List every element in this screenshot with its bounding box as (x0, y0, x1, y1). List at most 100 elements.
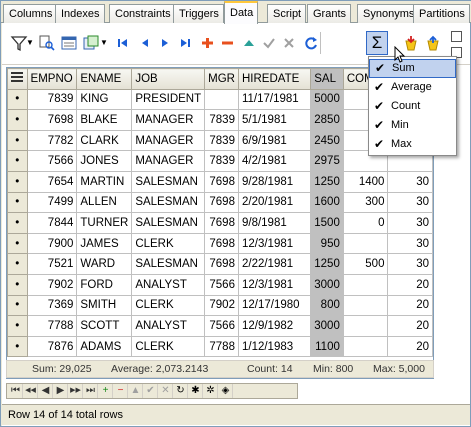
cell-deptno[interactable]: 30 (387, 232, 433, 255)
cell-sal[interactable]: 1250 (310, 170, 344, 193)
cell-empno[interactable]: 7369 (26, 294, 78, 317)
cell-mgr[interactable]: 7698 (204, 191, 239, 214)
cell-empno[interactable]: 7521 (26, 253, 78, 275)
cell-hiredate[interactable]: 12/9/1982 (237, 315, 312, 337)
cell-job[interactable]: SALESMAN (131, 191, 206, 214)
cell-mgr[interactable]: 7566 (204, 273, 239, 296)
table-row[interactable]: • 7654 MARTIN SALESMAN 7698 9/28/1981 1250 1400… (7, 170, 433, 193)
nav-bookmark-icon[interactable]: ✱ (189, 384, 203, 398)
cell-ename[interactable]: BLAKE (76, 109, 133, 131)
column-header[interactable]: EMPNO (26, 68, 78, 90)
cell-sal[interactable]: 3000 (310, 315, 344, 337)
tab-indexes[interactable]: Indexes (55, 4, 105, 23)
nav-edit-icon[interactable]: ▲ (129, 384, 143, 398)
cell-hiredate[interactable]: 12/17/1980 (237, 294, 312, 317)
cell-ename[interactable]: TURNER (76, 212, 133, 234)
aggregate-button[interactable]: Σ (366, 31, 388, 55)
cell-hiredate[interactable]: 12/3/1981 (237, 273, 312, 296)
cell-job[interactable]: MANAGER (131, 129, 206, 152)
cell-empno[interactable]: 7654 (26, 170, 78, 193)
cell-com[interactable] (342, 315, 389, 337)
row-indicator-icon[interactable]: • (7, 273, 28, 296)
cell-deptno[interactable]: 20 (387, 315, 433, 337)
cell-sal[interactable]: 2975 (310, 150, 344, 172)
cell-job[interactable]: PRESIDENT (131, 88, 206, 111)
column-header[interactable]: ENAME (76, 68, 133, 90)
column-header[interactable]: MGR (204, 68, 239, 90)
nav-insert-icon[interactable]: + (99, 384, 113, 398)
cell-hiredate[interactable]: 2/20/1981 (237, 191, 312, 214)
cell-deptno[interactable]: 30 (387, 253, 433, 275)
cell-deptno[interactable]: 30 (387, 212, 433, 234)
nav-prior-page-icon[interactable]: ◀◀ (24, 384, 38, 398)
form-view-icon[interactable] (60, 34, 78, 52)
nav-delete-icon[interactable]: − (114, 384, 128, 398)
row-indicator-icon[interactable]: • (7, 191, 28, 214)
cell-hiredate[interactable]: 12/3/1981 (237, 232, 312, 255)
table-row[interactable]: • 7521 WARD SALESMAN 7698 2/22/1981 1250 500 30 (7, 253, 433, 275)
menu-item-max[interactable]: ✔ Max (369, 135, 456, 154)
cell-com[interactable] (342, 335, 389, 358)
insert-record-icon[interactable] (198, 34, 216, 52)
cell-empno[interactable]: 7698 (26, 109, 78, 131)
cell-hiredate[interactable]: 5/1/1981 (237, 109, 312, 131)
cell-ename[interactable]: MARTIN (76, 170, 133, 193)
table-row[interactable]: • 7902 FORD ANALYST 7566 12/3/1981 3000 20 (7, 273, 433, 296)
cell-sal[interactable]: 800 (310, 294, 344, 317)
row-indicator-icon[interactable]: • (7, 129, 28, 152)
cell-deptno[interactable]: 20 (387, 335, 433, 358)
tab-constraints[interactable]: Constraints (109, 4, 176, 23)
next-record-icon[interactable] (156, 34, 174, 52)
cell-hiredate[interactable]: 6/9/1981 (237, 129, 312, 152)
cell-mgr[interactable]: 7698 (204, 170, 239, 193)
cell-job[interactable]: SALESMAN (131, 253, 206, 275)
cell-ename[interactable]: SCOTT (76, 315, 133, 337)
cell-com[interactable] (342, 232, 389, 255)
cell-hiredate[interactable]: 2/22/1981 (237, 253, 312, 275)
find-icon[interactable] (38, 34, 56, 52)
cell-job[interactable]: SALESMAN (131, 212, 206, 234)
cell-job[interactable]: CLERK (131, 232, 206, 255)
table-row[interactable]: • 7788 SCOTT ANALYST 7566 12/9/1982 3000 20 (7, 315, 433, 337)
prior-record-icon[interactable] (136, 34, 154, 52)
cell-empno[interactable]: 7902 (26, 273, 78, 296)
cell-job[interactable]: MANAGER (131, 109, 206, 131)
cell-mgr[interactable]: 7839 (204, 129, 239, 152)
cell-sal[interactable]: 1250 (310, 253, 344, 275)
cell-empno[interactable]: 7844 (26, 212, 78, 234)
cell-job[interactable]: CLERK (131, 294, 206, 317)
cell-hiredate[interactable]: 4/2/1981 (237, 150, 312, 172)
row-indicator-icon[interactable]: • (7, 232, 28, 255)
cell-hiredate[interactable]: 11/17/1981 (237, 88, 312, 111)
menu-item-min[interactable]: ✔ Min (369, 116, 456, 135)
cell-sal[interactable]: 5000 (310, 88, 344, 111)
cell-mgr[interactable]: 7788 (204, 335, 239, 358)
first-record-icon[interactable] (114, 34, 132, 52)
nav-prior-icon[interactable]: ◀ (39, 384, 53, 398)
cell-mgr[interactable]: 7566 (204, 315, 239, 337)
nav-next-icon[interactable]: ▶ (54, 384, 68, 398)
refresh-icon[interactable] (302, 34, 320, 52)
cell-ename[interactable]: FORD (76, 273, 133, 296)
cell-ename[interactable]: KING (76, 88, 133, 111)
row-indicator-icon[interactable]: • (7, 294, 28, 317)
cell-ename[interactable]: CLARK (76, 129, 133, 152)
cell-com[interactable]: 500 (342, 253, 389, 275)
cell-sal[interactable]: 1600 (310, 191, 344, 214)
cell-mgr[interactable]: 7902 (204, 294, 239, 317)
tab-columns[interactable]: Columns (3, 4, 58, 23)
column-header[interactable]: JOB (131, 68, 206, 90)
cell-sal[interactable]: 3000 (310, 273, 344, 296)
row-indicator-icon[interactable]: • (7, 150, 28, 172)
rollback-icon[interactable] (424, 34, 442, 52)
tab-partitions[interactable]: Partitions (413, 4, 470, 23)
row-indicator-icon[interactable]: • (7, 170, 28, 193)
export-dropdown-icon[interactable]: ▼ (100, 34, 108, 52)
cell-ename[interactable]: ALLEN (76, 191, 133, 214)
tab-data[interactable]: Data (224, 1, 259, 24)
menu-item-count[interactable]: ✔ Count (369, 97, 456, 116)
cell-empno[interactable]: 7499 (26, 191, 78, 214)
nav-first-icon[interactable]: ⏮ (9, 384, 23, 398)
cell-sal[interactable]: 1500 (310, 212, 344, 234)
cell-empno[interactable]: 7788 (26, 315, 78, 337)
